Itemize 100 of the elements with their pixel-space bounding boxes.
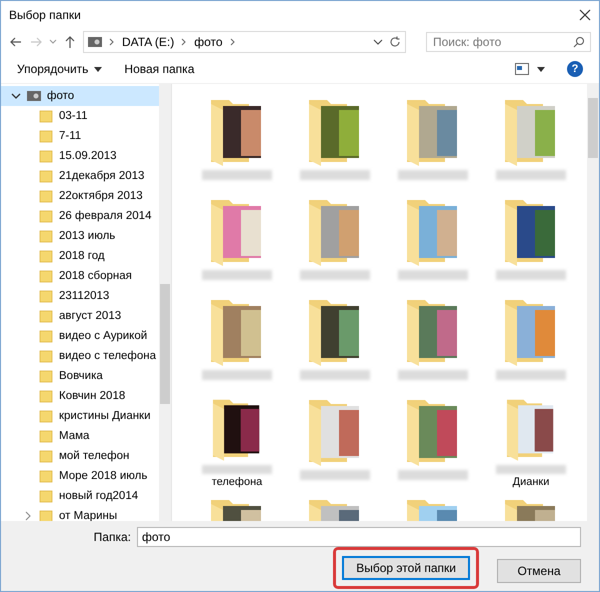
tree-item[interactable]: 2018 год <box>1 246 159 266</box>
tree-item-label: 03-11 <box>59 110 88 122</box>
tree-item[interactable]: 26 февраля 2014 <box>1 206 159 226</box>
blurred-label <box>202 170 272 180</box>
tree-item[interactable]: 23112013 <box>1 286 159 306</box>
blurred-label <box>202 370 272 380</box>
tree-item[interactable]: 2018 сборная <box>1 266 159 286</box>
folder-icon <box>39 389 53 403</box>
help-button[interactable]: ? <box>567 61 583 77</box>
select-folder-button[interactable]: Выбор этой папки <box>342 556 470 580</box>
breadcrumb-item[interactable]: фото <box>194 35 223 49</box>
refresh-icon[interactable] <box>389 36 401 48</box>
folder-icon <box>39 469 53 483</box>
tree-item[interactable]: август 2013 <box>1 306 159 326</box>
tree-item-label: Море 2018 июль <box>59 470 148 482</box>
tree-item-label: новый год2014 <box>59 490 138 502</box>
blurred-label <box>300 470 370 480</box>
tree-item[interactable]: фото <box>1 86 159 106</box>
folder-icon <box>39 189 53 203</box>
blurred-label <box>202 270 272 280</box>
tree-item[interactable]: 7-11 <box>1 126 159 146</box>
tree-item[interactable]: Мама <box>1 426 159 446</box>
tree-item[interactable]: 15.09.2013 <box>1 146 159 166</box>
tree-item-label: Вовчика <box>59 370 103 382</box>
tree-item[interactable]: 22октября 2013 <box>1 186 159 206</box>
tree-item[interactable]: видео с Аурикой <box>1 326 159 346</box>
tree-item-label: кристины Дианки <box>59 410 151 422</box>
tree-item-label: 21декабря 2013 <box>59 170 144 182</box>
drive-icon <box>88 36 102 48</box>
folder-icon <box>39 289 53 303</box>
folder-icon <box>39 209 53 223</box>
tree-item[interactable]: 21декабря 2013 <box>1 166 159 186</box>
chevron-right-icon <box>108 38 116 46</box>
tree-item[interactable]: Ковчин 2018 <box>1 386 159 406</box>
folder-icon <box>39 429 53 443</box>
tree-item-label: 2018 сборная <box>59 270 132 282</box>
folder-icon <box>39 229 53 243</box>
cancel-button[interactable]: Отмена <box>497 559 581 583</box>
folder-icon <box>39 109 53 123</box>
folder-field-label: Папка: <box>92 530 131 544</box>
blurred-label <box>496 270 566 280</box>
blurred-label <box>202 464 272 474</box>
tree-item-label: 22октября 2013 <box>59 190 143 202</box>
tree-item-label: 23112013 <box>59 290 110 302</box>
blurred-label <box>496 370 566 380</box>
tree-item[interactable]: 2013 июль <box>1 226 159 246</box>
tree-item[interactable]: кристины Дианки <box>1 406 159 426</box>
tree-item[interactable]: 03-11 <box>1 106 159 126</box>
back-arrow-icon[interactable] <box>9 35 23 49</box>
folder-icon <box>39 269 53 283</box>
folder-icon <box>39 129 53 143</box>
blurred-label <box>496 464 566 474</box>
drive-icon <box>27 90 41 102</box>
folder-icon <box>39 309 53 323</box>
folder-label: телефона <box>212 476 262 488</box>
chevron-right-icon[interactable] <box>23 511 33 521</box>
dropdown-arrow-icon <box>94 66 102 72</box>
view-options-icon[interactable] <box>515 63 529 75</box>
tree-item-label: фото <box>47 90 74 102</box>
tree-item[interactable]: Вовчика <box>1 366 159 386</box>
scrollbar[interactable] <box>587 84 599 521</box>
blurred-label <box>496 170 566 180</box>
chevron-right-icon <box>228 38 237 46</box>
breadcrumb-item[interactable]: DATA (E:) <box>122 35 174 49</box>
address-bar[interactable]: DATA (E:) фото <box>83 31 406 53</box>
folder-icon <box>39 349 53 363</box>
folder-name-field[interactable]: фото <box>137 527 581 547</box>
chevron-down-icon[interactable] <box>373 37 383 47</box>
new-folder-button[interactable]: Новая папка <box>124 60 194 78</box>
dropdown-arrow-icon[interactable] <box>537 66 545 72</box>
window-title: Выбор папки <box>9 8 81 22</box>
search-field[interactable]: Поиск: фото <box>426 32 591 52</box>
tree-item-label: 26 февраля 2014 <box>59 210 152 222</box>
tree-item-label: август 2013 <box>59 310 122 322</box>
tree-item-label: мой телефон <box>59 450 130 462</box>
folder-icon <box>39 169 53 183</box>
folder-icon <box>39 489 53 503</box>
blurred-label <box>300 270 370 280</box>
chevron-down-icon[interactable] <box>11 91 21 101</box>
tree-item[interactable]: новый год2014 <box>1 486 159 506</box>
blurred-label <box>300 370 370 380</box>
tree-item-label: 2013 июль <box>59 230 116 242</box>
blurred-label <box>398 370 468 380</box>
organize-menu-button[interactable]: Упорядочить <box>17 60 102 78</box>
search-icon <box>573 36 585 48</box>
folder-icon <box>39 409 53 423</box>
close-icon[interactable] <box>579 9 591 21</box>
tree-item[interactable]: мой телефон <box>1 446 159 466</box>
tree-item-label: видео с Аурикой <box>59 330 148 342</box>
folder-icon <box>39 149 53 163</box>
up-arrow-icon[interactable] <box>63 35 77 49</box>
tree-item[interactable]: Море 2018 июль <box>1 466 159 486</box>
tree-item-label: видео с телефона <box>59 350 156 362</box>
scrollbar[interactable] <box>159 84 171 521</box>
folder-icon <box>39 369 53 383</box>
tree-item-label: 15.09.2013 <box>59 150 117 162</box>
folder-icon <box>39 329 53 343</box>
tree-item[interactable]: видео с телефона <box>1 346 159 366</box>
chevron-right-icon <box>180 38 188 46</box>
tree-item-label: Мама <box>59 430 90 442</box>
